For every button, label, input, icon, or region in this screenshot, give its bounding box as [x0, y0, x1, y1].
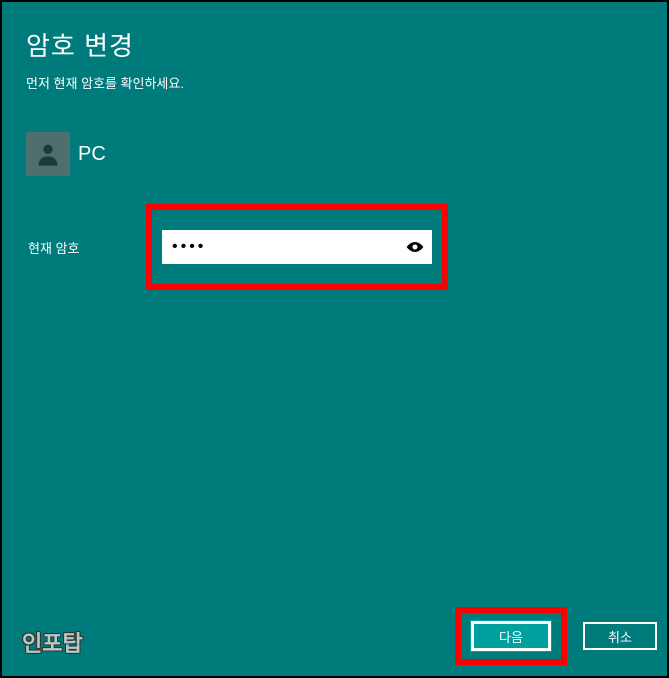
avatar [26, 132, 70, 176]
user-icon [34, 140, 62, 168]
password-field-container [162, 230, 432, 264]
eye-icon [405, 240, 425, 254]
page-title: 암호 변경 [26, 26, 643, 63]
cancel-button[interactable]: 취소 [583, 622, 657, 650]
input-highlight-annotation [146, 204, 448, 290]
current-password-input[interactable] [162, 230, 398, 264]
reveal-password-button[interactable] [398, 230, 432, 264]
current-password-label: 현재 암호 [26, 238, 146, 257]
watermark-text: 인포탑 [12, 626, 83, 658]
next-button-highlight-annotation: 다음 [455, 607, 567, 665]
next-button[interactable]: 다음 [471, 621, 551, 651]
user-info: PC [26, 132, 643, 176]
username-label: PC [78, 143, 106, 166]
page-subtitle: 먼저 현재 암호를 확인하세요. [26, 73, 643, 92]
